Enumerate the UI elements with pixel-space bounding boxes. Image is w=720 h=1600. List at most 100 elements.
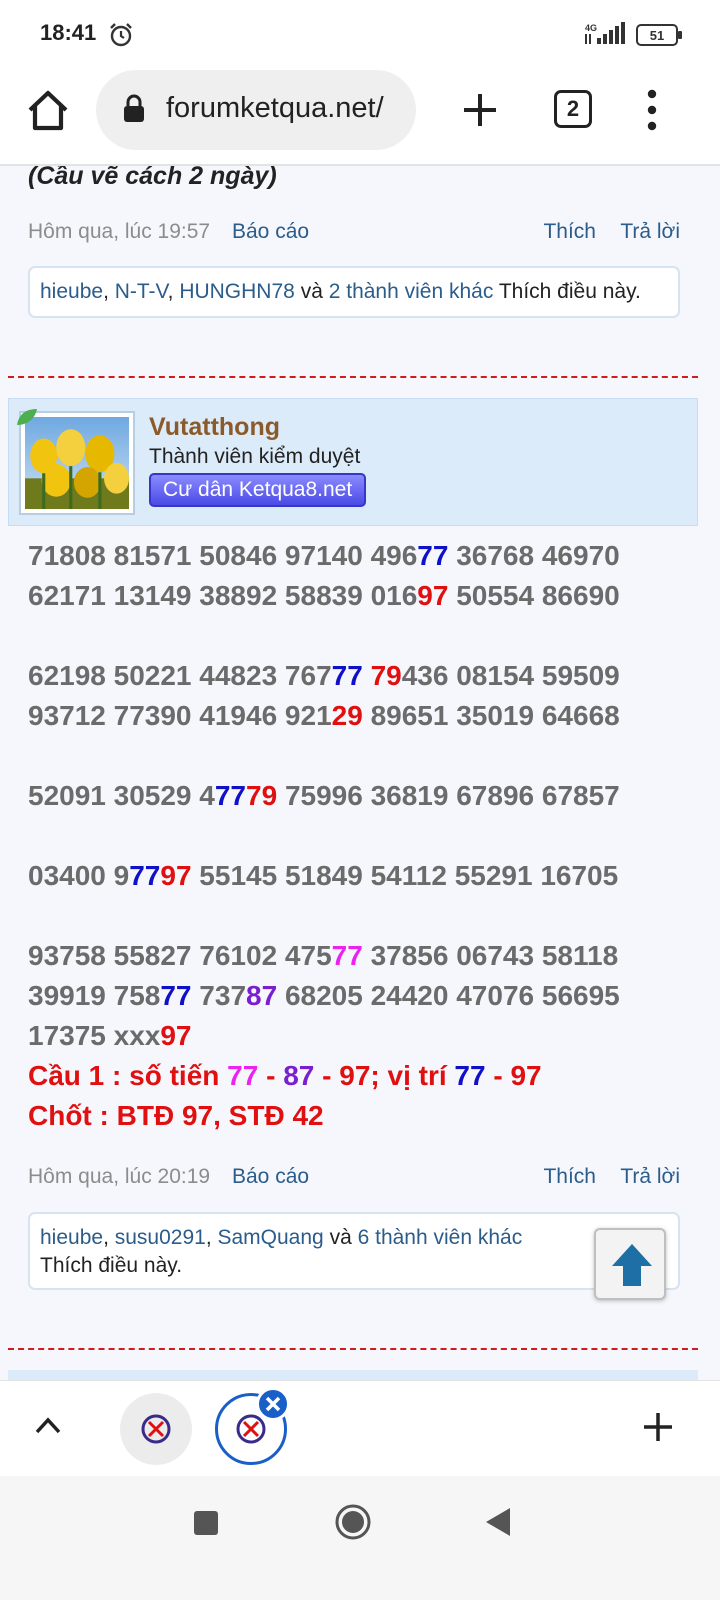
- liker-link[interactable]: N-T-V: [115, 280, 168, 303]
- highlighted-number: 77: [331, 940, 363, 971]
- highlighted-number: 77: [417, 540, 449, 571]
- tab-thumbnail[interactable]: [120, 1393, 192, 1465]
- other-likers-link[interactable]: 2 thành viên khác: [329, 280, 494, 303]
- summary-number: 77: [454, 1060, 486, 1091]
- previous-post-meta: Hôm qua, lúc 19:57 Báo cáo Thích Trả lời: [28, 220, 680, 250]
- tab-switcher-button[interactable]: 2: [554, 90, 592, 128]
- network-label: 4G: [585, 23, 597, 33]
- summary-text: - 97; vị trí: [314, 1060, 455, 1091]
- address-bar[interactable]: forumketqua.net/: [96, 70, 416, 150]
- and-text: và: [300, 280, 323, 303]
- up-arrow-icon: [612, 1244, 652, 1286]
- summary-text: Cầu 1 : số tiến: [28, 1060, 228, 1091]
- highlighted-number: 97: [417, 580, 449, 611]
- number-text: 55145 51849 54112 55291 16705: [191, 860, 619, 891]
- number-text: [363, 660, 371, 691]
- summary-text: - 97: [485, 1060, 542, 1091]
- summary-number: 87: [283, 1060, 315, 1091]
- liker-link[interactable]: SamQuang: [217, 1226, 323, 1249]
- number-text: 89651 35019 64668: [362, 700, 620, 731]
- liker-link[interactable]: susu0291: [115, 1226, 206, 1249]
- liker-link[interactable]: HUNGHN78: [179, 280, 295, 303]
- page-content: (Cầu vẽ cách 2 ngày) Hôm qua, lúc 19:57 …: [0, 166, 720, 1380]
- number-line: 71808 81571 50846 97140 49677 36768 4697…: [28, 536, 698, 576]
- status-time: 18:41: [40, 20, 97, 45]
- highlighted-number: 77: [214, 780, 247, 811]
- summary-line-2: Chốt : BTĐ 97, STĐ 42: [28, 1100, 324, 1131]
- browser-toolbar: forumketqua.net/ 2: [0, 66, 720, 166]
- close-tab-button[interactable]: [256, 1387, 290, 1421]
- number-text: 93758 55827 76102 475: [28, 940, 332, 971]
- highlighted-number: 97: [160, 860, 192, 891]
- highlighted-number: 87: [246, 980, 278, 1011]
- number-text: 36768 46970: [448, 540, 620, 571]
- number-text: 39919 758: [28, 980, 161, 1011]
- post-separator: [8, 376, 698, 378]
- recents-button[interactable]: [194, 1511, 218, 1535]
- number-text: 62198 50221 44823 767: [28, 660, 332, 691]
- liker-link[interactable]: hieube: [40, 280, 103, 303]
- number-line: 93758 55827 76102 47577 37856 06743 5811…: [28, 936, 698, 976]
- post-time: Hôm qua, lúc 19:57: [28, 220, 211, 243]
- liker-link[interactable]: hieube: [40, 1226, 103, 1249]
- and-text: và: [329, 1226, 352, 1249]
- like-link[interactable]: Thích: [543, 220, 596, 244]
- number-line: 39919 75877 73787 68205 24420 47076 5669…: [28, 976, 698, 1016]
- number-line: [28, 736, 698, 776]
- report-link[interactable]: Báo cáo: [232, 220, 309, 244]
- number-text: 75996 36819 67896 67857: [277, 780, 620, 811]
- highlighted-number: 77: [129, 860, 161, 891]
- battery-icon: 51: [636, 24, 682, 46]
- number-line: [28, 616, 698, 656]
- report-link[interactable]: Báo cáo: [232, 1165, 309, 1189]
- username[interactable]: Vutatthong: [149, 413, 280, 442]
- likes-summary: hieube, N-T-V, HUNGHN78 và 2 thành viên …: [28, 266, 680, 318]
- number-text: 52091 30529 4: [28, 780, 215, 811]
- highlighted-number: 97: [160, 1020, 192, 1051]
- number-text: 93712 77390 41946 921: [28, 700, 332, 731]
- summary-line-1: Cầu 1 : số tiến 77 - 87 - 97; vị trí 77 …: [28, 1060, 698, 1092]
- alarm-icon: [110, 23, 132, 47]
- home-icon[interactable]: [24, 86, 72, 134]
- post-time: Hôm qua, lúc 20:19: [28, 1165, 211, 1188]
- scroll-to-top-button[interactable]: [594, 1228, 666, 1300]
- new-tab-icon[interactable]: [642, 1411, 674, 1443]
- signal-icon: 4G: [585, 22, 625, 44]
- number-text: 68205 24420 47076 56695: [277, 980, 620, 1011]
- number-text: 03400 9: [28, 860, 130, 891]
- highlighted-number: 79: [246, 780, 278, 811]
- status-bar: 18:41 4G 51: [0, 0, 720, 66]
- lock-icon: [124, 94, 144, 122]
- user-role: Thành viên kiểm duyệt: [149, 445, 361, 468]
- back-button[interactable]: [484, 1506, 512, 1538]
- system-nav-bar: [0, 1476, 720, 1600]
- number-line: [28, 896, 698, 936]
- new-tab-icon[interactable]: [456, 86, 504, 134]
- reply-link[interactable]: Trả lời: [620, 220, 680, 244]
- number-line: 03400 97797 55145 51849 54112 55291 1670…: [28, 856, 698, 896]
- likes-this-text: Thích điều này.: [498, 280, 641, 303]
- number-line: 62171 13149 38892 58839 01697 50554 8669…: [28, 576, 698, 616]
- number-line: 62198 50221 44823 76777 79436 08154 5950…: [28, 656, 698, 696]
- reply-link[interactable]: Trả lời: [620, 1165, 680, 1189]
- previous-post-title: (Cầu vẽ cách 2 ngày): [28, 166, 277, 190]
- number-text: 71808 81571 50846 97140 496: [28, 540, 418, 571]
- tab-strip: [0, 1380, 720, 1476]
- battery-level: 51: [650, 28, 664, 43]
- other-likers-link[interactable]: 6 thành viên khác: [358, 1226, 523, 1249]
- more-menu-icon[interactable]: [638, 84, 666, 136]
- highlighted-number: 77: [160, 980, 192, 1011]
- tulip-avatar-image: [25, 417, 129, 509]
- highlighted-number: 79: [370, 660, 402, 691]
- like-link[interactable]: Thích: [543, 1165, 596, 1189]
- url-text: forumketqua.net/: [166, 92, 384, 124]
- user-card: Vutatthong Thành viên kiểm duyệt Cư dân …: [8, 398, 698, 526]
- leaf-icon: [17, 409, 37, 425]
- chevron-up-icon[interactable]: [34, 1415, 62, 1435]
- home-button[interactable]: [334, 1503, 372, 1541]
- number-text: 62171 13149 38892 58839 016: [28, 580, 418, 611]
- number-text: 50554 86690: [448, 580, 620, 611]
- post-body-numbers: 71808 81571 50846 97140 49677 36768 4697…: [28, 536, 698, 1056]
- likes-this-text: Thích điều này.: [40, 1254, 183, 1277]
- number-text: 436 08154 59509: [401, 660, 620, 691]
